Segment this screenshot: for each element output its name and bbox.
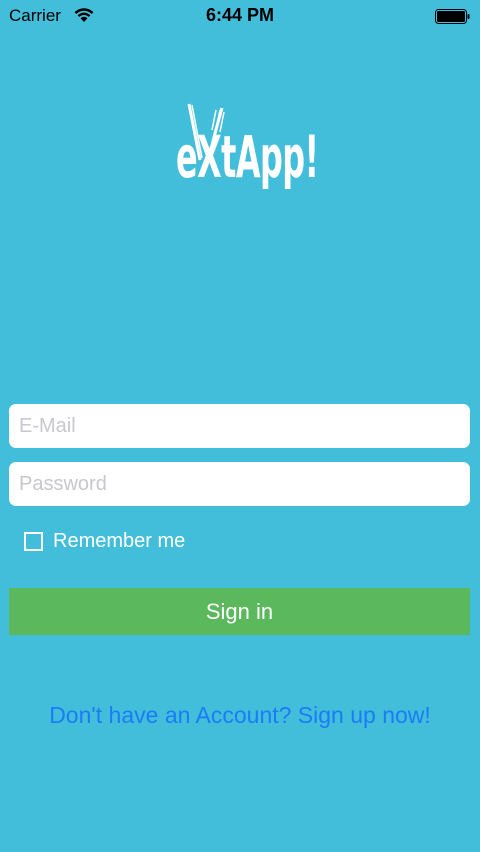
email-field[interactable] — [9, 404, 470, 448]
status-time: 6:44 PM — [205, 5, 275, 25]
logo-text: eXtApp! — [176, 123, 319, 191]
remember-me-row[interactable]: Remember me — [24, 530, 185, 552]
remember-me-checkbox[interactable] — [24, 531, 43, 551]
remember-me-label: Remember me — [53, 529, 186, 552]
sign-in-button[interactable]: Sign in — [9, 588, 470, 635]
password-field[interactable] — [9, 462, 470, 506]
battery-icon — [435, 9, 470, 24]
status-bar: Carrier 6:44 PM — [0, 0, 480, 32]
sign-up-link[interactable]: Don't have an Account? Sign up now! — [0, 702, 480, 729]
